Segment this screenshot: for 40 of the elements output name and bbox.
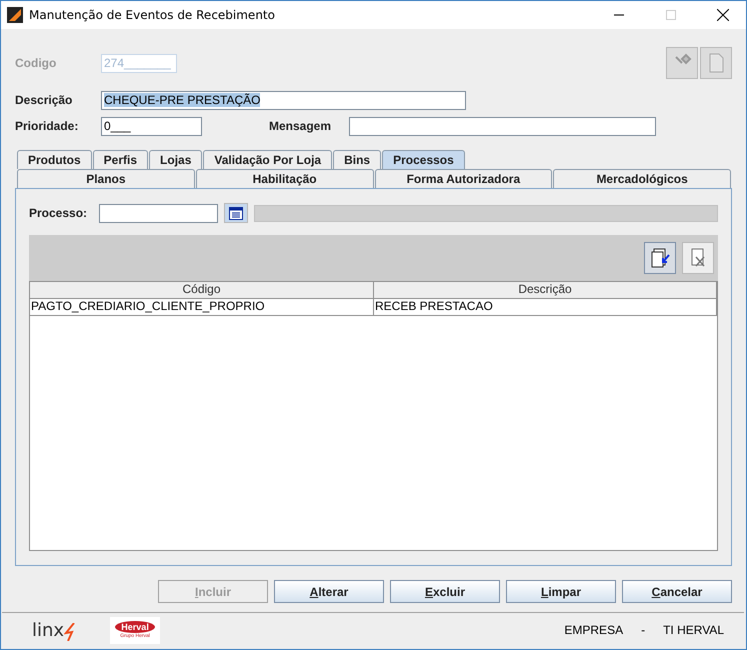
tab[interactable]: Mercadológicos (553, 169, 731, 188)
tab[interactable]: Perfis (92, 150, 148, 169)
processo-field[interactable] (99, 204, 218, 222)
prioridade-field[interactable]: 0___ (101, 116, 202, 136)
prioridade-label: Prioridade: (15, 119, 80, 133)
column-header[interactable]: Código (30, 282, 374, 299)
tab[interactable]: Lojas (149, 150, 202, 169)
action-button[interactable]: Alterar (274, 580, 384, 603)
close-icon[interactable] (717, 9, 729, 21)
delete-document-icon[interactable] (682, 242, 714, 274)
calendar-icon[interactable] (224, 203, 248, 223)
column-header[interactable]: Descrição (374, 282, 717, 299)
status-label: EMPRESA (564, 623, 624, 637)
processo-label: Processo: (29, 206, 88, 220)
company-name: TI HERVAL (663, 623, 724, 637)
tab[interactable]: Forma Autorizadora (374, 169, 552, 188)
app-icon (7, 7, 23, 23)
tab[interactable]: Planos (17, 169, 195, 188)
import-document-icon[interactable] (644, 242, 676, 274)
status-separator: - (641, 623, 646, 637)
descricao-label: Descrição (15, 93, 74, 107)
tab[interactable]: Bins (333, 150, 382, 169)
codigo-label: Codigo (15, 56, 58, 70)
table-cell: RECEB PRESTACAO (374, 299, 717, 316)
herval-logo-text: Herval (115, 621, 155, 633)
logo-mark-icon (64, 622, 76, 640)
mensagem-label: Mensagem (269, 119, 332, 133)
tab[interactable]: Habilitação (196, 169, 374, 188)
mensagem-field[interactable] (349, 116, 656, 136)
window-title: Manutenção de Eventos de Recebimento (29, 8, 276, 22)
linx-logo-text: linx (32, 620, 64, 640)
action-button[interactable]: Limpar (506, 580, 616, 603)
descricao-field[interactable]: CHEQUE-PRE PRESTAÇÃO (101, 90, 466, 110)
new-document-icon[interactable] (700, 47, 732, 79)
action-button[interactable]: Cancelar (622, 580, 732, 603)
action-button[interactable]: Excluir (390, 580, 500, 603)
tab[interactable]: Processos (382, 150, 465, 169)
table-cell: PAGTO_CREDIARIO_CLIENTE_PROPRIO (30, 299, 374, 316)
tab[interactable]: Validação Por Loja (203, 150, 332, 169)
tab[interactable]: Produtos (17, 150, 92, 169)
